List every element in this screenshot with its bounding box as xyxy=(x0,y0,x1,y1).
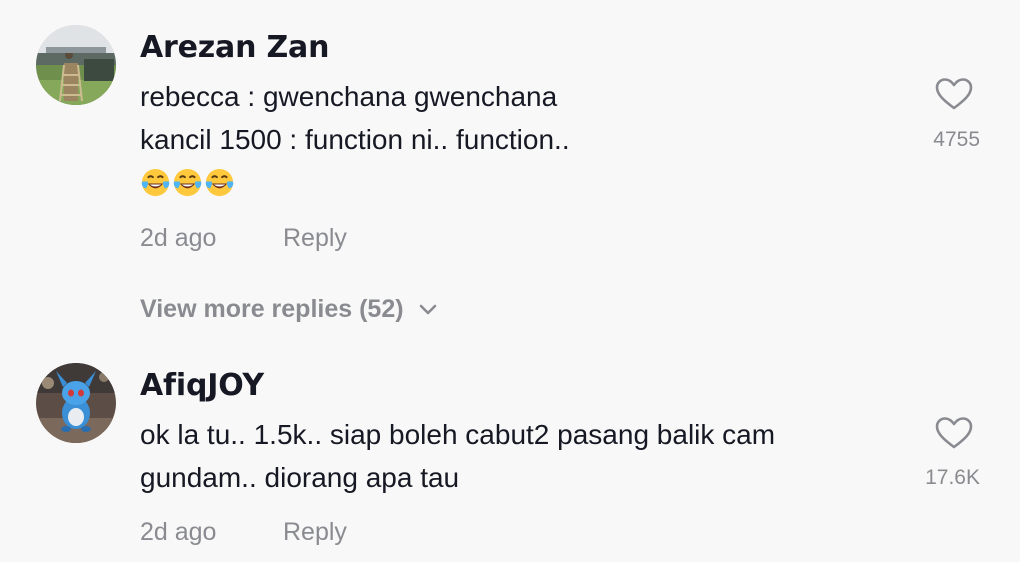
comment-text-line: ok la tu.. 1.5k.. siap boleh cabut2 pasa… xyxy=(140,419,776,450)
view-more-replies-button[interactable]: View more replies (52) xyxy=(140,295,438,324)
reply-button[interactable]: Reply xyxy=(283,224,347,253)
reply-button[interactable]: Reply xyxy=(283,518,347,547)
heart-icon[interactable] xyxy=(935,77,973,111)
comment-text-line: kancil 1500 : function ni.. function.. xyxy=(140,124,570,155)
comment-emoji-row xyxy=(140,167,235,198)
view-more-replies-label: View more replies (52) xyxy=(140,295,404,323)
chevron-down-icon xyxy=(419,304,436,314)
avatar-photo-icon xyxy=(36,25,116,105)
like-count: 17.6K xyxy=(925,466,980,489)
like-count: 4755 xyxy=(933,128,980,151)
comment-timestamp: 2d ago xyxy=(140,518,217,546)
avatar-photo-icon xyxy=(36,363,116,443)
comment-text-line: gundam.. diorang apa tau xyxy=(140,462,460,493)
avatar[interactable] xyxy=(36,363,116,443)
face-with-tears-of-joy-icon xyxy=(141,168,170,197)
avatar[interactable] xyxy=(36,25,116,105)
heart-icon[interactable] xyxy=(935,416,973,450)
comment-timestamp: 2d ago xyxy=(140,224,217,252)
comment-username[interactable]: AfiqJOY xyxy=(140,368,264,403)
face-with-tears-of-joy-icon xyxy=(173,168,202,197)
comment-text-line: rebecca : gwenchana gwenchana xyxy=(140,81,558,112)
comment-username[interactable]: Arezan Zan xyxy=(140,30,329,65)
face-with-tears-of-joy-icon xyxy=(205,168,234,197)
